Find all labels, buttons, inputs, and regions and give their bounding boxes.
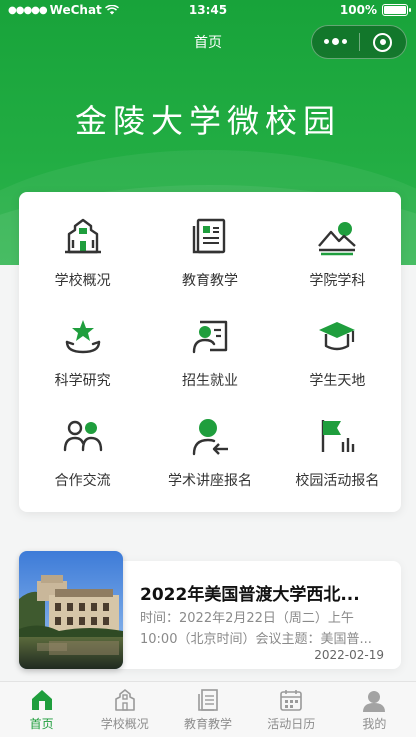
tab-label: 首页 xyxy=(29,717,54,731)
battery-icon xyxy=(382,4,411,16)
user-icon xyxy=(363,691,386,712)
grid-item-label: 招生就业 xyxy=(181,373,238,389)
school-building-icon xyxy=(64,218,101,254)
carrier-label: WeChat xyxy=(49,3,102,17)
tab-school-overview[interactable]: 学校概况 xyxy=(83,682,166,737)
person-arrow-icon xyxy=(192,419,228,456)
wifi-icon xyxy=(104,5,119,15)
two-people-icon xyxy=(63,420,102,452)
grid-item-lecture-signup[interactable]: 学术讲座报名 xyxy=(146,408,273,508)
grid-item-label: 校园活动报名 xyxy=(295,473,380,489)
more-button[interactable] xyxy=(312,38,359,45)
tab-activity-calendar[interactable]: 活动日历 xyxy=(250,682,333,737)
landscape-icon xyxy=(318,222,357,256)
tab-label: 教育教学 xyxy=(184,717,233,731)
grid-item-label: 教育教学 xyxy=(181,273,238,289)
grid-item-school-overview[interactable]: 学校概况 xyxy=(19,208,146,308)
grid-item-label: 科学研究 xyxy=(54,373,111,389)
news-title: 2022年美国普渡大学西北... xyxy=(140,585,360,605)
tab-profile[interactable]: 我的 xyxy=(333,682,416,737)
book-icon xyxy=(192,218,226,254)
grid-item-admissions[interactable]: 招生就业 xyxy=(146,308,273,408)
grid-item-cooperation[interactable]: 合作交流 xyxy=(19,408,146,508)
battery-percent: 100% xyxy=(339,3,377,17)
graduation-cap-icon xyxy=(319,322,356,351)
mini-program-capsule xyxy=(311,25,407,59)
news-thumbnail xyxy=(19,551,123,669)
tab-label: 我的 xyxy=(362,717,387,731)
close-icon xyxy=(373,32,393,52)
grid-item-research[interactable]: 科学研究 xyxy=(19,308,146,408)
grid-item-colleges[interactable]: 学院学科 xyxy=(274,208,401,308)
signal-icon: ●●●●● xyxy=(8,4,48,16)
status-bar: ●●●●● WeChat 13:45 100% xyxy=(0,0,416,20)
grid-item-label: 学生天地 xyxy=(309,373,366,389)
grid-item-label: 合作交流 xyxy=(54,473,111,489)
news-card[interactable]: 2022年美国普渡大学西北... 时间：2022年2月22日（周二）上午10:0… xyxy=(19,551,401,669)
grid-item-label: 学院学科 xyxy=(309,273,366,289)
book-icon xyxy=(198,689,218,711)
hero-title: 金陵大学微校园 xyxy=(74,102,341,140)
grid-item-label: 学术讲座报名 xyxy=(167,473,252,489)
feature-grid: 学校概况 教育教学 学院学科 科学研究 招生就业 学生天地 合作交流 学术讲座报… xyxy=(19,192,401,512)
news-date: 2022-02-19 xyxy=(314,648,384,662)
grid-item-label: 学校概况 xyxy=(54,273,111,289)
star-hand-icon xyxy=(65,320,100,354)
flag-icon xyxy=(322,420,355,452)
grid-item-activity-signup[interactable]: 校园活动报名 xyxy=(274,408,401,508)
school-icon xyxy=(114,689,135,711)
calendar-icon xyxy=(280,690,303,711)
person-board-icon xyxy=(192,320,228,354)
grid-item-student-life[interactable]: 学生天地 xyxy=(274,308,401,408)
grid-item-education[interactable]: 教育教学 xyxy=(146,208,273,308)
tab-home[interactable]: 首页 xyxy=(0,682,83,737)
news-description: 时间：2022年2月22日（周二）上午10:00（北京时间）会议主题：美国普..… xyxy=(140,611,372,647)
tab-label: 活动日历 xyxy=(267,717,316,731)
home-icon xyxy=(31,690,52,710)
close-button[interactable] xyxy=(360,32,406,52)
campus-photo xyxy=(19,551,123,669)
tab-label: 学校概况 xyxy=(100,717,149,731)
tab-education[interactable]: 教育教学 xyxy=(166,682,249,737)
navigation-bar: 首页 xyxy=(0,20,416,66)
bottom-tab-bar: 首页 学校概况 教育教学 活动日历 我的 xyxy=(0,681,416,737)
